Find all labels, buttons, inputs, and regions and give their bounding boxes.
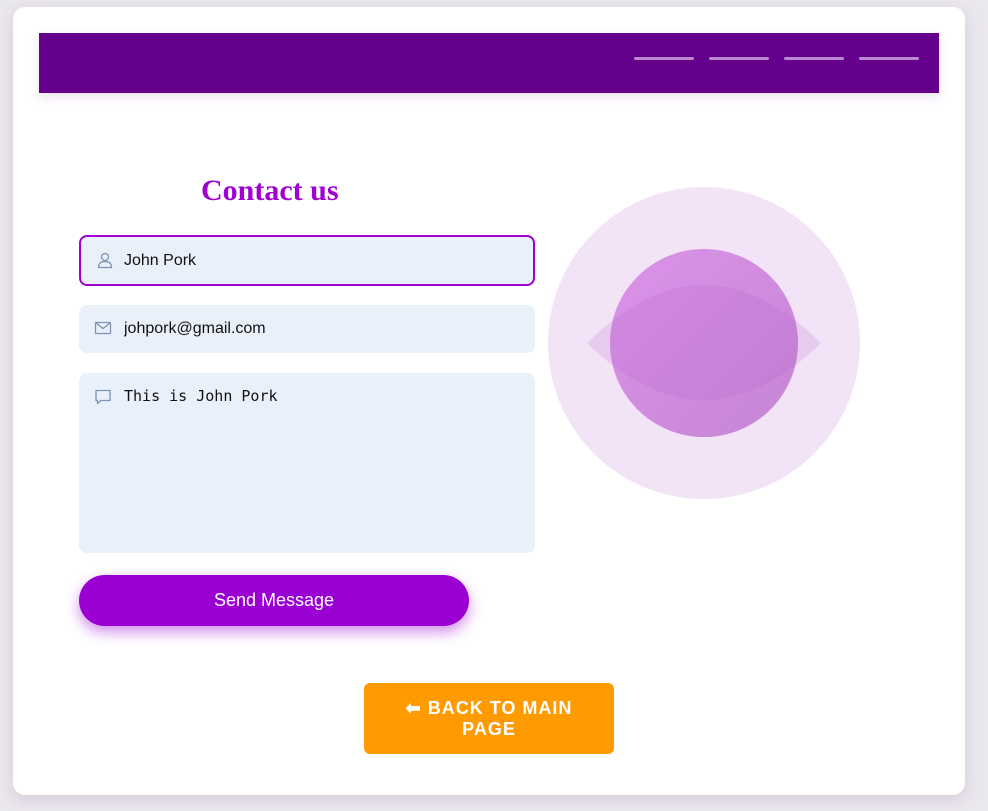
mail-icon: [94, 321, 112, 335]
message-field[interactable]: This is John Pork: [79, 373, 535, 553]
nav-link-3[interactable]: [784, 57, 844, 60]
message-input[interactable]: This is John Pork: [124, 387, 524, 537]
header-bar: [39, 33, 939, 93]
back-to-main-page-button[interactable]: ⬅ BACK TO MAIN PAGE: [364, 683, 614, 754]
user-icon: [97, 252, 113, 269]
nav-link-2[interactable]: [709, 57, 769, 60]
nav-link-4[interactable]: [859, 57, 919, 60]
name-input[interactable]: [124, 237, 524, 284]
contact-card: Contact us This is John Pork Send Messag…: [13, 7, 965, 795]
send-message-button[interactable]: Send Message: [79, 575, 469, 626]
email-field[interactable]: [79, 305, 535, 353]
email-input[interactable]: [124, 305, 524, 353]
message-icon: [95, 389, 111, 405]
decorative-illustration: [548, 187, 860, 499]
page-title: Contact us: [201, 174, 339, 207]
nav-link-1[interactable]: [634, 57, 694, 60]
name-field[interactable]: [79, 235, 535, 286]
